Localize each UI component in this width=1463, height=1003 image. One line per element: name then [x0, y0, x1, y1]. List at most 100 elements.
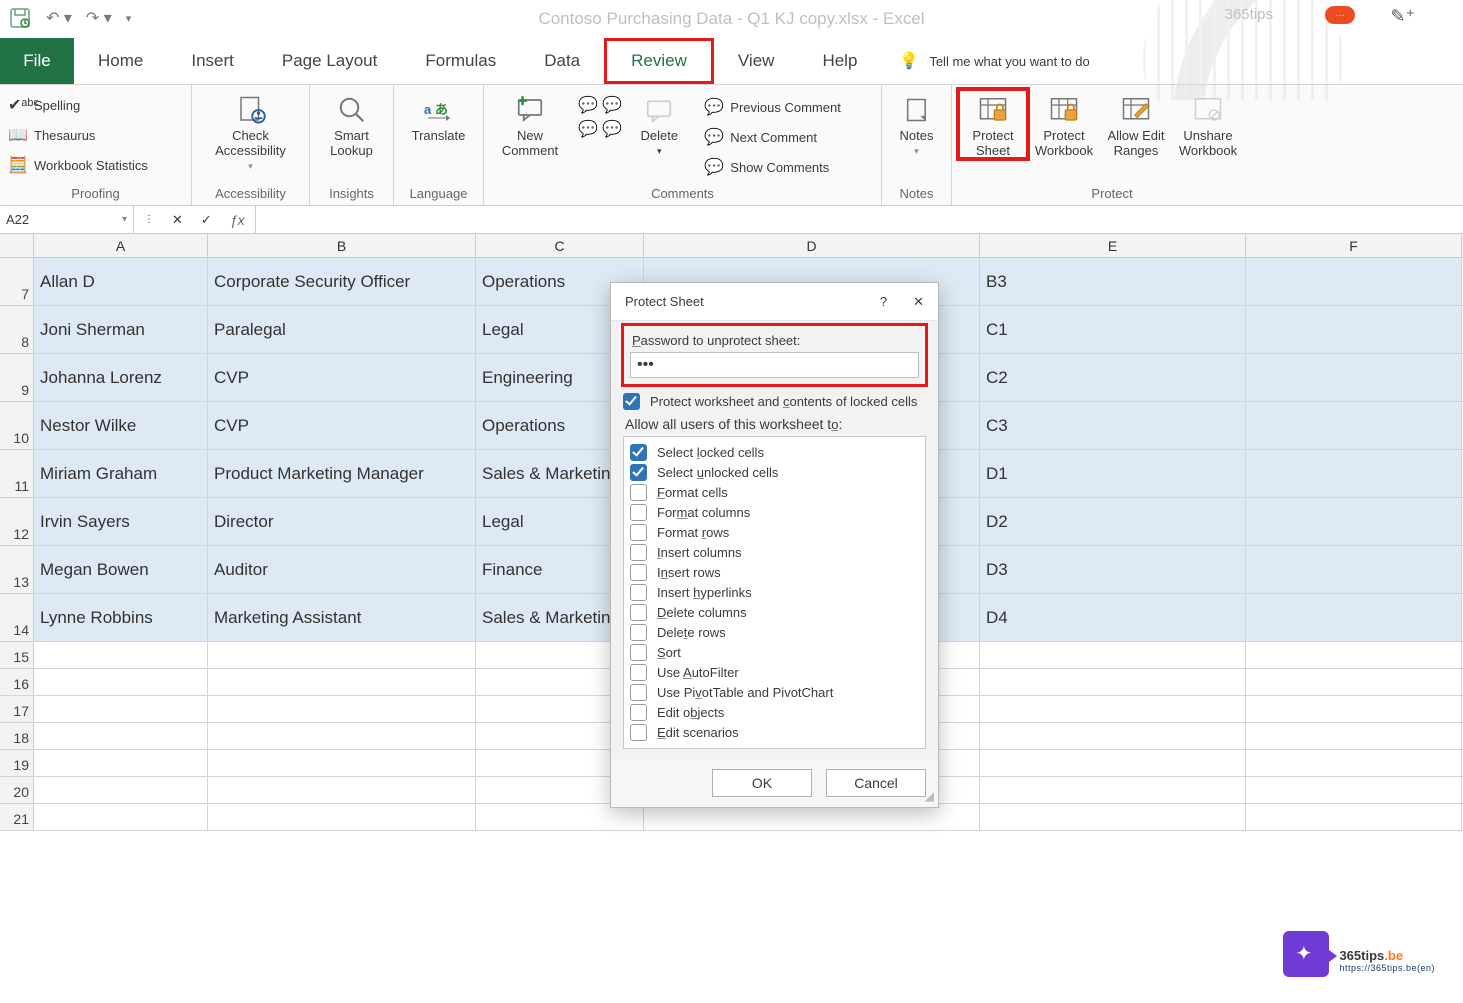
checkbox-icon[interactable] [630, 644, 647, 661]
permission-option[interactable]: Use AutoFilter [630, 664, 919, 681]
undo-icon[interactable]: ↶ ▾ [46, 8, 72, 28]
cell[interactable] [34, 642, 208, 668]
cancel-button[interactable]: Cancel [826, 769, 926, 797]
cell[interactable] [34, 696, 208, 722]
col-header-C[interactable]: C [476, 234, 644, 257]
checkbox-icon[interactable] [630, 524, 647, 541]
checkbox-icon[interactable] [630, 724, 647, 741]
checkbox-icon[interactable] [630, 564, 647, 581]
cell[interactable] [980, 804, 1246, 830]
cell[interactable] [1246, 642, 1462, 668]
cell[interactable] [208, 777, 476, 803]
checkbox-icon[interactable] [630, 684, 647, 701]
formula-input[interactable] [256, 206, 1463, 233]
tab-insert[interactable]: Insert [167, 38, 258, 84]
permission-option[interactable]: Insert hyperlinks [630, 584, 919, 601]
enter-formula-icon[interactable]: ✓ [201, 212, 212, 228]
row-header[interactable]: 11 [0, 450, 34, 497]
cell[interactable]: C3 [980, 402, 1246, 449]
autosave-icon[interactable] [8, 6, 32, 30]
cloud-icon[interactable]: ⋯ [1325, 6, 1355, 24]
help-icon[interactable]: ? [880, 294, 887, 310]
permission-option[interactable]: Use PivotTable and PivotChart [630, 684, 919, 701]
cell[interactable]: Paralegal [208, 306, 476, 353]
permissions-listbox[interactable]: Select locked cells Select unlocked cells… [623, 436, 926, 749]
translate-button[interactable]: aあ Translate [403, 89, 475, 144]
tab-formulas[interactable]: Formulas [401, 38, 520, 84]
protect-master-checkbox[interactable]: Protect worksheet and contents of locked… [623, 393, 926, 410]
cell[interactable] [1246, 723, 1462, 749]
comment-nav-icon-2[interactable]: 💬 💬 [578, 119, 622, 139]
tab-home[interactable]: Home [74, 38, 167, 84]
cell[interactable] [208, 696, 476, 722]
cell[interactable] [208, 750, 476, 776]
checkbox-icon[interactable] [630, 504, 647, 521]
comment-nav-icon[interactable]: 💬 💬 [578, 95, 622, 115]
fx-icon[interactable]: ƒx [230, 212, 245, 228]
row-header[interactable]: 18 [0, 723, 34, 749]
permission-option[interactable]: Select locked cells [630, 444, 919, 461]
checkbox-icon[interactable] [630, 444, 647, 461]
col-header-E[interactable]: E [980, 234, 1246, 257]
pen-icon[interactable]: ✎⁺ [1390, 6, 1415, 27]
permission-option[interactable]: Edit objects [630, 704, 919, 721]
cell[interactable] [1246, 696, 1462, 722]
cell[interactable] [980, 642, 1246, 668]
cell[interactable]: Corporate Security Officer [208, 258, 476, 305]
tab-help[interactable]: Help [798, 38, 881, 84]
permission-option[interactable]: Format rows [630, 524, 919, 541]
cell[interactable]: Lynne Robbins [34, 594, 208, 641]
cell[interactable] [980, 696, 1246, 722]
cell[interactable]: Auditor [208, 546, 476, 593]
thesaurus-button[interactable]: 📖Thesaurus [6, 123, 97, 147]
checkbox-icon[interactable] [630, 544, 647, 561]
permission-option[interactable]: Format cells [630, 484, 919, 501]
permission-option[interactable]: Insert columns [630, 544, 919, 561]
row-header[interactable]: 13 [0, 546, 34, 593]
cell[interactable]: Allan D [34, 258, 208, 305]
permission-option[interactable]: Insert rows [630, 564, 919, 581]
cell[interactable]: CVP [208, 402, 476, 449]
row-header[interactable]: 7 [0, 258, 34, 305]
cell[interactable]: C2 [980, 354, 1246, 401]
tab-file[interactable]: File [0, 38, 74, 84]
row-header[interactable]: 8 [0, 306, 34, 353]
checkbox-icon[interactable] [630, 704, 647, 721]
cell[interactable]: Nestor Wilke [34, 402, 208, 449]
workbook-statistics-button[interactable]: 🧮Workbook Statistics [6, 153, 150, 177]
cell[interactable]: Product Marketing Manager [208, 450, 476, 497]
cell[interactable] [1246, 354, 1462, 401]
tab-data[interactable]: Data [520, 38, 604, 84]
protect-sheet-button[interactable]: Protect Sheet [958, 89, 1028, 159]
resize-grip-icon[interactable]: ◢ [925, 789, 934, 803]
cell[interactable] [34, 777, 208, 803]
col-header-A[interactable]: A [34, 234, 208, 257]
cell[interactable]: D3 [980, 546, 1246, 593]
name-box[interactable]: A22 [0, 206, 134, 233]
cell[interactable] [1246, 594, 1462, 641]
check-accessibility-button[interactable]: Check Accessibility ▾ [201, 89, 301, 171]
cell[interactable] [1246, 498, 1462, 545]
tell-me[interactable]: 💡 Tell me what you want to do [899, 38, 1089, 84]
tab-view[interactable]: View [714, 38, 799, 84]
cell[interactable]: D4 [980, 594, 1246, 641]
formula-dropdown-icon[interactable]: ⋮ [144, 214, 154, 225]
cell[interactable] [1246, 450, 1462, 497]
password-input[interactable] [630, 352, 919, 378]
cell[interactable]: Joni Sherman [34, 306, 208, 353]
cell[interactable] [1246, 804, 1462, 830]
cell[interactable]: D1 [980, 450, 1246, 497]
spelling-button[interactable]: ✔︎ᵃᵇᶜSpelling [6, 93, 82, 117]
cell[interactable]: Director [208, 498, 476, 545]
cell[interactable] [208, 804, 476, 830]
col-header-D[interactable]: D [644, 234, 980, 257]
cell[interactable]: CVP [208, 354, 476, 401]
cell[interactable] [34, 804, 208, 830]
permission-option[interactable]: Select unlocked cells [630, 464, 919, 481]
cell[interactable] [980, 723, 1246, 749]
checkbox-icon[interactable] [630, 484, 647, 501]
tab-page-layout[interactable]: Page Layout [258, 38, 401, 84]
cell[interactable] [34, 669, 208, 695]
cell[interactable]: Irvin Sayers [34, 498, 208, 545]
checkbox-icon[interactable] [630, 664, 647, 681]
